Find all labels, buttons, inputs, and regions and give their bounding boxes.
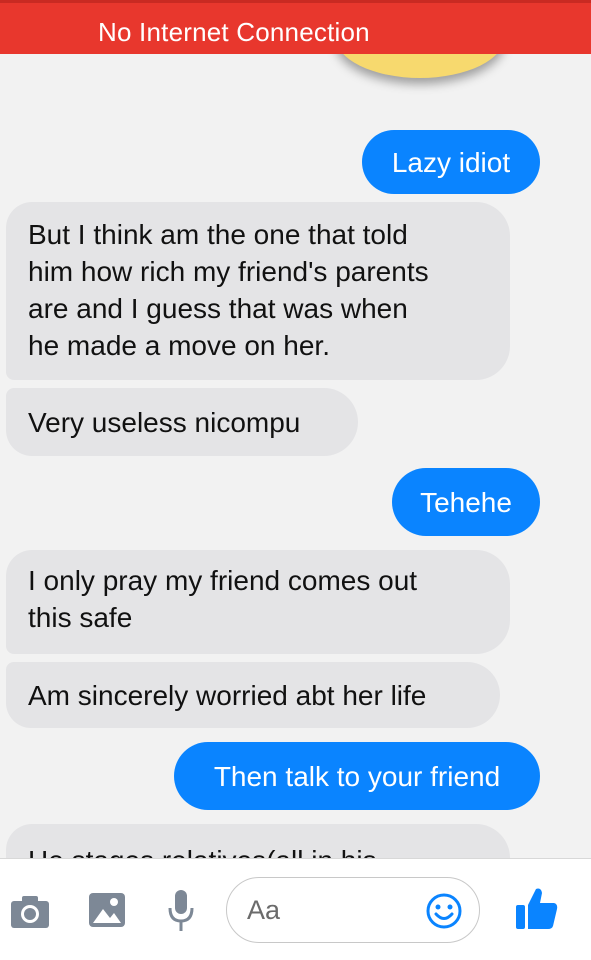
message-thread[interactable]: Lazy idiot But I think am the one that t… [0, 54, 591, 858]
message-line: this safe [28, 602, 133, 633]
sticker-image[interactable] [335, 54, 505, 78]
incoming-message[interactable]: I only pray my friend comes out this saf… [6, 550, 510, 654]
message-line: are and I guess that was when [28, 293, 408, 324]
no-connection-banner: No Internet Connection [0, 0, 591, 54]
incoming-message[interactable]: Am sincerely worried abt her life [6, 662, 500, 728]
input-placeholder: Aa [247, 895, 281, 925]
outgoing-message[interactable]: Lazy idiot [362, 130, 540, 194]
outgoing-message[interactable]: Then talk to your friend [174, 742, 540, 810]
message-text: Then talk to your friend [213, 760, 501, 792]
message-line: I only pray my friend comes out [28, 565, 418, 596]
microphone-icon[interactable] [168, 889, 194, 933]
image-icon[interactable] [88, 892, 126, 928]
incoming-message[interactable]: But I think am the one that told him how… [6, 202, 510, 380]
message-input[interactable]: Aa [226, 877, 480, 943]
message-text: Tehehe [420, 486, 512, 518]
message-text: Lazy idiot [391, 146, 511, 178]
message-text: He stages relatives(all in his [28, 842, 377, 858]
message-text: Am sincerely worried abt her life [28, 679, 427, 711]
banner-text: No Internet Connection [98, 17, 370, 47]
emoji-icon[interactable] [425, 892, 463, 930]
message-text: Very useless nicompu [28, 406, 301, 438]
message-line: him how rich my friend's parents [28, 256, 429, 287]
message-line: he made a move on her. [28, 330, 330, 361]
camera-icon[interactable] [10, 895, 50, 929]
thumbs-up-icon[interactable] [514, 885, 558, 931]
message-line: But I think am the one that told [28, 219, 408, 250]
incoming-message[interactable]: He stages relatives(all in his [6, 824, 510, 858]
outgoing-message[interactable]: Tehehe [392, 468, 540, 536]
message-composer: Aa [0, 858, 591, 960]
incoming-message[interactable]: Very useless nicompu [6, 388, 358, 456]
